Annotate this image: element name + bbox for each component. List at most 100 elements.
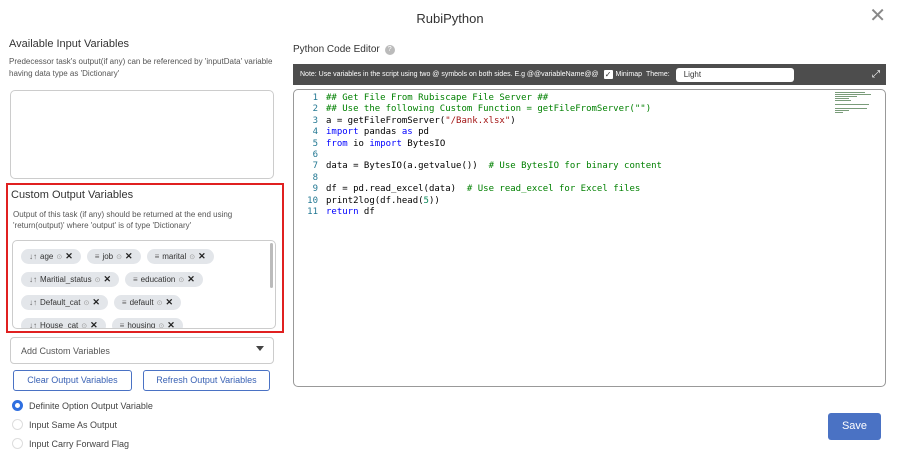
line-number: 6 bbox=[312, 150, 318, 161]
save-button[interactable]: Save bbox=[828, 413, 881, 440]
custom-output-variables-section: Custom Output Variables Output of this t… bbox=[6, 183, 284, 333]
line-number: 7 bbox=[312, 161, 318, 172]
chip-maritial-status[interactable]: ↓↑ Maritial_status ⊙ ✕ bbox=[21, 272, 119, 287]
radio-selected-icon[interactable] bbox=[12, 400, 23, 411]
code-text[interactable] bbox=[326, 150, 331, 160]
line-number: 2 bbox=[312, 104, 318, 115]
custom-output-heading: Custom Output Variables bbox=[11, 189, 134, 201]
radio-icon[interactable] bbox=[12, 419, 23, 430]
output-variable-chip-list[interactable]: ↓↑ age ⊙ ✕ ≡ job ⊙ ✕ ≡ marital ⊙ ✕ ↓↑ Maritial_sta… bbox=[12, 240, 276, 329]
sort-numeric-icon: ↓↑ bbox=[29, 321, 37, 329]
code-line[interactable]: 1 ## Get File From Rubiscape File Server … bbox=[304, 93, 662, 104]
line-number: 8 bbox=[312, 172, 318, 183]
option-input-same-as-output[interactable]: Input Same As Output bbox=[12, 419, 117, 430]
code-text[interactable]: from io import BytesIO bbox=[326, 139, 445, 149]
clock-icon[interactable]: ⊙ bbox=[83, 299, 89, 307]
input-variables-description: Predecessor task's output(if any) can be… bbox=[9, 57, 273, 78]
minimap-label: Minimap bbox=[615, 71, 642, 78]
add-custom-variables-dropdown[interactable]: Add Custom Variables bbox=[10, 337, 274, 364]
theme-label: Theme: bbox=[646, 71, 670, 78]
remove-icon[interactable]: ✕ bbox=[92, 297, 100, 308]
close-icon[interactable]: ✕ bbox=[869, 6, 886, 26]
code-line[interactable]: 2 ## Use the following Custom Function = … bbox=[304, 104, 662, 115]
line-number: 4 bbox=[312, 127, 318, 138]
line-number: 10 bbox=[307, 195, 318, 206]
clock-icon[interactable]: ⊙ bbox=[189, 253, 195, 261]
clock-icon[interactable]: ⊙ bbox=[157, 299, 163, 307]
remove-icon[interactable]: ✕ bbox=[125, 251, 133, 262]
line-number: 5 bbox=[312, 138, 318, 149]
line-number: 1 bbox=[312, 93, 318, 103]
line-number: 3 bbox=[312, 115, 318, 126]
chip-marital[interactable]: ≡ marital ⊙ ✕ bbox=[146, 249, 214, 264]
option-input-carry-forward[interactable]: Input Carry Forward Flag bbox=[12, 438, 129, 449]
code-text[interactable]: ## Get File From Rubiscape File Server #… bbox=[326, 93, 548, 103]
remove-icon[interactable]: ✕ bbox=[198, 251, 206, 262]
text-lines-icon: ≡ bbox=[133, 275, 138, 284]
python-code-editor-label: Python Code Editor ? bbox=[293, 44, 395, 55]
text-lines-icon: ≡ bbox=[154, 252, 160, 261]
code-text[interactable]: ## Use the following Custom Function = g… bbox=[326, 104, 651, 114]
remove-icon[interactable]: ✕ bbox=[103, 274, 111, 285]
code-text[interactable]: print2log(df.head(5)) bbox=[326, 196, 440, 206]
clock-icon[interactable]: ⊙ bbox=[158, 322, 164, 329]
code-text[interactable]: import pandas as pd bbox=[326, 127, 429, 137]
code-text[interactable]: return df bbox=[326, 207, 375, 217]
editor-note: Note: Use variables in the script using … bbox=[300, 71, 599, 78]
remove-icon[interactable]: ✕ bbox=[167, 320, 175, 328]
code-line[interactable]: 6 bbox=[304, 150, 662, 161]
line-number: 11 bbox=[307, 207, 318, 218]
expand-icon[interactable]: ⤢ bbox=[872, 69, 880, 80]
input-variables-section: Available Input Variables Predecessor ta… bbox=[9, 38, 284, 80]
clock-icon[interactable]: ⊙ bbox=[95, 276, 101, 284]
theme-select[interactable]: Light bbox=[675, 67, 794, 82]
sort-numeric-icon: ↓↑ bbox=[29, 275, 37, 284]
add-custom-variables-placeholder: Add Custom Variables bbox=[21, 346, 110, 356]
remove-icon[interactable]: ✕ bbox=[165, 297, 173, 308]
code-line[interactable]: 3 a = getFileFromServer("/Bank.xlsx") bbox=[304, 116, 662, 127]
remove-icon[interactable]: ✕ bbox=[187, 274, 195, 285]
text-lines-icon: ≡ bbox=[121, 298, 127, 307]
chip-house-cat[interactable]: ↓↑ House_cat ⊙ ✕ bbox=[21, 318, 106, 329]
code-line[interactable]: 5 from io import BytesIO bbox=[304, 139, 662, 150]
code-line[interactable]: 8 bbox=[304, 173, 662, 184]
code-editor[interactable]: 1 ## Get File From Rubiscape File Server … bbox=[293, 89, 886, 387]
code-line[interactable]: 10 print2log(df.head(5)) bbox=[304, 196, 662, 207]
clock-icon[interactable]: ⊙ bbox=[56, 253, 62, 261]
code-text[interactable]: df = pd.read_excel(data) # Use read_exce… bbox=[326, 184, 640, 194]
chip-age[interactable]: ↓↑ age ⊙ ✕ bbox=[21, 249, 81, 264]
code-text[interactable]: a = getFileFromServer("/Bank.xlsx") bbox=[326, 116, 516, 126]
remove-icon[interactable]: ✕ bbox=[90, 320, 98, 328]
chip-education[interactable]: ≡ education ⊙ ✕ bbox=[125, 272, 203, 287]
chip-default[interactable]: ≡ default ⊙ ✕ bbox=[113, 295, 182, 310]
refresh-output-variables-button[interactable]: Refresh Output Variables bbox=[143, 370, 270, 391]
help-icon[interactable]: ? bbox=[384, 44, 395, 55]
code-line[interactable]: 4 import pandas as pd bbox=[304, 127, 662, 138]
clock-icon[interactable]: ⊙ bbox=[81, 322, 87, 329]
chip-housing[interactable]: ≡ housing ⊙ ✕ bbox=[111, 318, 183, 329]
code-text[interactable]: data = BytesIO(a.getvalue()) # Use Bytes… bbox=[326, 161, 662, 171]
line-number: 9 bbox=[312, 184, 318, 195]
remove-icon[interactable]: ✕ bbox=[65, 251, 73, 262]
minimap-checkbox[interactable]: ✓ bbox=[603, 70, 613, 79]
text-lines-icon: ≡ bbox=[119, 321, 125, 329]
chip-list-scrollbar[interactable] bbox=[270, 243, 273, 288]
input-variables-heading: Available Input Variables bbox=[9, 38, 130, 50]
chip-job[interactable]: ≡ job ⊙ ✕ bbox=[86, 249, 141, 264]
input-variables-box[interactable] bbox=[10, 90, 274, 179]
clock-icon[interactable]: ⊙ bbox=[116, 253, 122, 261]
custom-output-description: Output of this task (if any) should be r… bbox=[13, 210, 233, 230]
minimap[interactable] bbox=[835, 92, 873, 113]
radio-icon[interactable] bbox=[12, 438, 23, 449]
code-line[interactable]: 9 df = pd.read_excel(data) # Use read_exc… bbox=[304, 184, 662, 195]
code-content[interactable]: 1 ## Get File From Rubiscape File Server … bbox=[304, 93, 662, 218]
clear-output-variables-button[interactable]: Clear Output Variables bbox=[13, 370, 132, 391]
chip-default-cat[interactable]: ↓↑ Default_cat ⊙ ✕ bbox=[21, 295, 108, 310]
code-line[interactable]: 7 data = BytesIO(a.getvalue()) # Use Byte… bbox=[304, 161, 662, 172]
code-text[interactable] bbox=[326, 173, 331, 183]
option-definite-output[interactable]: Definite Option Output Variable bbox=[12, 400, 153, 411]
sort-numeric-icon: ↓↑ bbox=[29, 252, 37, 261]
code-line[interactable]: 11 return df bbox=[304, 207, 662, 218]
clock-icon[interactable]: ⊙ bbox=[178, 276, 184, 284]
sort-numeric-icon: ↓↑ bbox=[29, 298, 37, 307]
